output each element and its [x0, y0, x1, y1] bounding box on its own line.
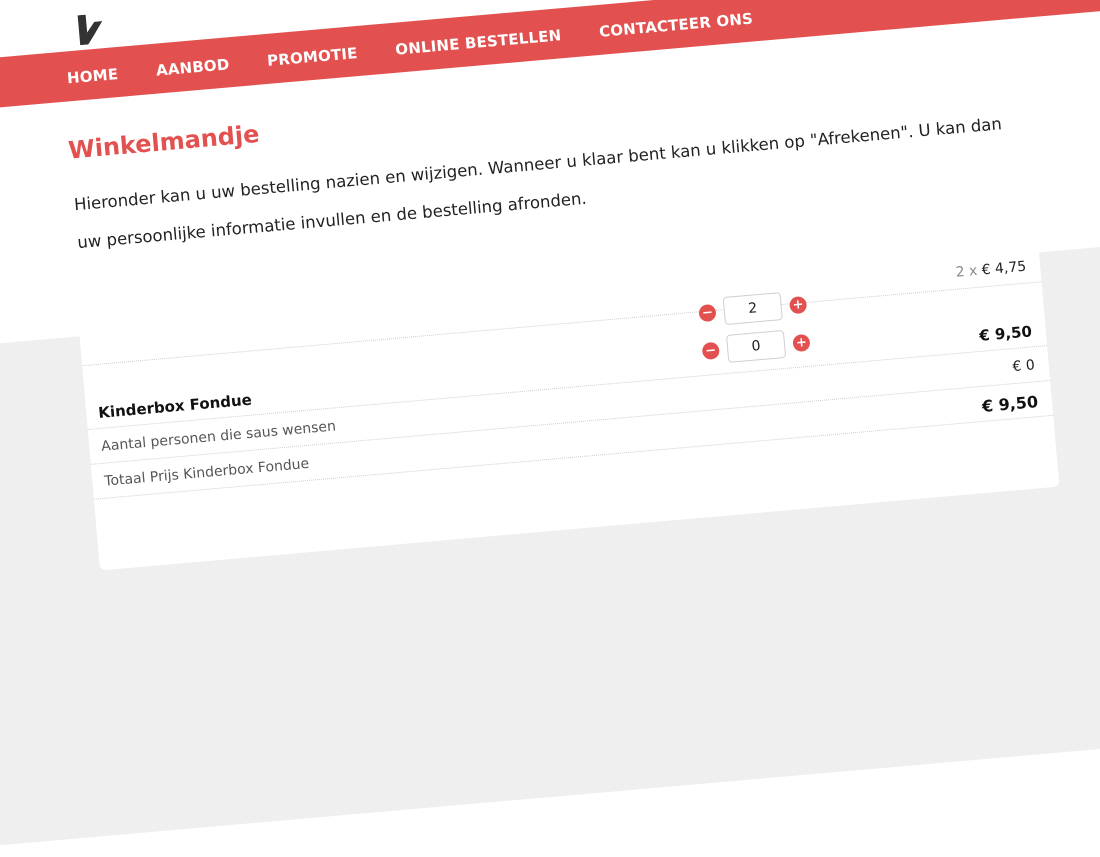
- nav-item-home[interactable]: HOME: [66, 65, 119, 87]
- product-price: € 9,50: [978, 322, 1033, 345]
- quantity-input-1[interactable]: [722, 292, 783, 326]
- page-canvas: HOME AANBOD PROMOTIE ONLINE BESTELLEN CONTAC…: [0, 0, 1100, 857]
- sauce-price: € 0: [1011, 357, 1036, 376]
- nav-item-promotie[interactable]: PROMOTIE: [266, 44, 358, 70]
- unit-qty: 2 x: [955, 262, 979, 281]
- nav-items: HOME AANBOD PROMOTIE ONLINE BESTELLEN CONTAC…: [66, 9, 753, 87]
- logo-icon: [77, 14, 103, 46]
- increase-button[interactable]: +: [788, 295, 808, 314]
- main-nav: HOME AANBOD PROMOTIE ONLINE BESTELLEN CONTAC…: [0, 0, 1100, 117]
- unit-price: 2 x € 4,75: [955, 259, 1027, 281]
- page-title: Winkelmandje: [67, 119, 261, 165]
- nav-item-online-bestellen[interactable]: ONLINE BESTELLEN: [395, 26, 562, 58]
- nav-item-contacteer-ons[interactable]: CONTACTEER ONS: [598, 9, 753, 40]
- total-label: Totaal Prijs Kinderbox Fondue: [103, 455, 310, 490]
- unit-price-value: € 4,75: [981, 258, 1027, 279]
- decrease-button[interactable]: −: [698, 303, 717, 322]
- total-price: € 9,50: [981, 392, 1039, 416]
- nav-item-aanbod[interactable]: AANBOD: [155, 55, 230, 79]
